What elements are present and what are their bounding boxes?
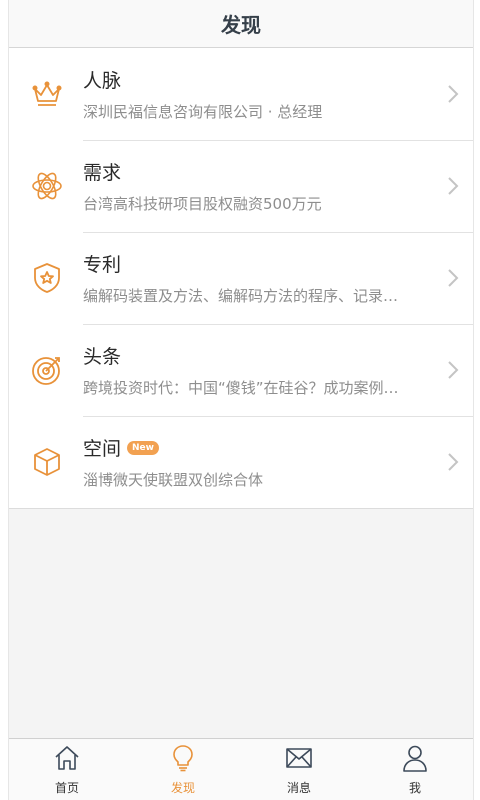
page-title: 发现 [221,13,261,37]
item-title: 需求 [83,162,122,184]
lightbulb-icon [169,744,197,776]
item-title: 头条 [83,346,122,368]
item-subtitle: 编解码装置及方法、编解码方法的程序、记录… [83,287,399,305]
envelope-icon [285,744,313,776]
tab-me[interactable]: 我 [357,739,473,800]
chevron-right-icon [433,452,473,472]
chevron-right-icon [433,268,473,288]
item-title: 专利 [83,254,122,276]
app-screen: 发现 人脉 深圳民福信息咨询有限公司 · 总经理 需求 台湾高科技研项目股权融资… [8,0,474,800]
target-icon [9,353,83,387]
list-item-headlines[interactable]: 头条 跨境投资时代：中国“傻钱”在硅谷？成功案例… [9,324,473,416]
list-item-contacts[interactable]: 人脉 深圳民福信息咨询有限公司 · 总经理 [9,48,473,140]
chevron-right-icon [433,176,473,196]
bottom-tab-bar: 首页 发现 消息 我 [9,738,473,800]
person-icon [401,744,429,776]
list-item-spaces[interactable]: 空间 New 淄博微天使联盟双创综合体 [9,416,473,508]
new-badge: New [127,440,159,455]
navigation-bar: 发现 [9,0,473,48]
tab-label: 首页 [54,780,79,795]
cube-icon [9,445,83,479]
item-subtitle: 淄博微天使联盟双创综合体 [83,471,264,489]
chevron-right-icon [433,84,473,104]
crown-icon [9,77,83,111]
item-subtitle: 跨境投资时代：中国“傻钱”在硅谷？成功案例… [83,379,399,397]
item-title-text: 空间 [83,438,122,460]
home-icon [53,744,81,776]
chevron-right-icon [433,360,473,380]
tab-label: 消息 [286,780,311,795]
item-title: 空间 New [83,434,427,461]
item-title: 人脉 [83,70,122,92]
tab-messages[interactable]: 消息 [241,739,357,800]
list-item-patents[interactable]: 专利 编解码装置及方法、编解码方法的程序、记录… [9,232,473,324]
list-item-demands[interactable]: 需求 台湾高科技研项目股权融资500万元 [9,140,473,232]
tab-label: 我 [408,780,421,795]
item-subtitle: 深圳民福信息咨询有限公司 · 总经理 [83,103,323,121]
tab-discover[interactable]: 发现 [125,739,241,800]
tab-label: 发现 [170,780,195,795]
atom-icon [9,169,83,203]
discover-list: 人脉 深圳民福信息咨询有限公司 · 总经理 需求 台湾高科技研项目股权融资500… [9,48,473,509]
shield-star-icon [9,261,83,295]
tab-home[interactable]: 首页 [9,739,125,800]
item-subtitle: 台湾高科技研项目股权融资500万元 [83,195,322,213]
